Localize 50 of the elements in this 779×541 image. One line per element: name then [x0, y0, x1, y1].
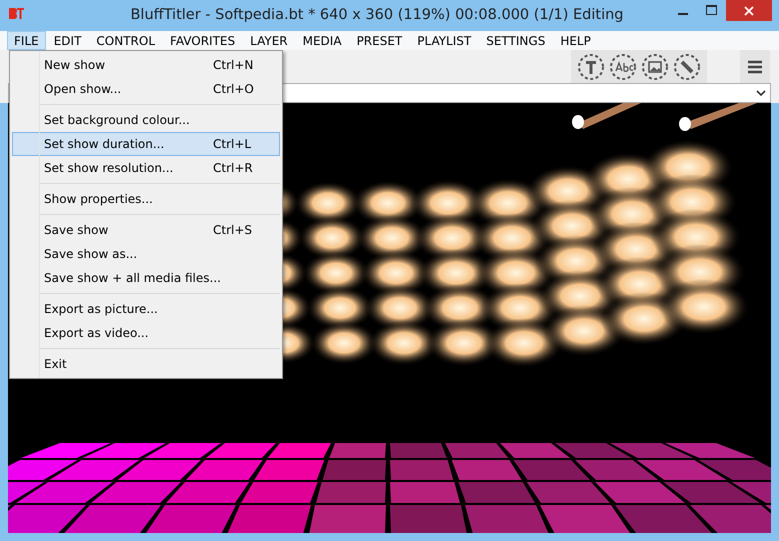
menu-icon[interactable] — [740, 50, 770, 83]
menu-item[interactable]: PRESET — [350, 31, 410, 50]
close-icon — [744, 6, 754, 16]
menu-entry[interactable]: Export as video... — [12, 321, 280, 345]
menu-item[interactable]: MEDIA — [296, 31, 349, 50]
shortcut-label: Ctrl+O — [213, 82, 255, 96]
close-button[interactable] — [726, 0, 772, 21]
menu-entry[interactable]: Export as picture... — [12, 297, 280, 321]
menu-entry-label: Save show — [44, 223, 110, 237]
text-style-icon[interactable] — [609, 52, 637, 80]
menu-entry[interactable]: Save show Ctrl+S — [12, 218, 280, 242]
menu-entry[interactable]: Set background colour... — [12, 108, 280, 132]
menu-item[interactable]: EDIT — [46, 31, 88, 50]
menu-entry-label: Open show... — [44, 82, 122, 96]
shortcut-label: Ctrl+S — [213, 223, 254, 237]
menu-item[interactable]: LAYER — [243, 31, 295, 50]
menu-entry-label: Set show resolution... — [44, 161, 174, 175]
menu-entry[interactable]: Save show as... — [12, 242, 280, 266]
menu-entry-label: New show — [44, 58, 106, 72]
menu-item[interactable]: HELP — [553, 31, 598, 50]
menu-entry-label: Save show + all media files... — [44, 271, 222, 285]
menu-item[interactable]: PLAYLIST — [410, 31, 478, 50]
menu-entry[interactable]: Set show duration... Ctrl+L — [12, 132, 280, 156]
window-title: BluffTitler - Softpedia.bt * 640 x 360 (119%) 00:08.000 (1/1) Editing — [129, 6, 625, 25]
menu-entry-label: Exit — [44, 357, 68, 371]
text-layer-icon[interactable] — [577, 52, 605, 80]
minimize-icon — [678, 13, 688, 15]
menu-entry-label: Export as video... — [44, 326, 150, 340]
menu-item[interactable]: SETTINGS — [479, 31, 552, 50]
picture-icon[interactable] — [641, 52, 669, 80]
menu-entry-label: Set background colour... — [44, 113, 191, 127]
chevron-down-icon — [756, 89, 766, 97]
menu-entry[interactable]: Set show resolution... Ctrl+R — [12, 156, 280, 180]
menu-entry[interactable]: Save show + all media files... — [12, 266, 280, 290]
menu-entry-label: Show properties... — [44, 192, 154, 206]
maximize-icon — [706, 5, 716, 15]
pencil-icon[interactable] — [673, 52, 701, 80]
menu-entry-label: Export as picture... — [44, 302, 159, 316]
app-logo-icon — [8, 6, 24, 20]
menu-entry[interactable]: Open show... Ctrl+O — [12, 77, 280, 101]
menu-entry-label: Set show duration... — [44, 137, 166, 151]
menu-item[interactable]: CONTROL — [89, 31, 162, 50]
menu-entry[interactable]: Show properties... — [12, 187, 280, 211]
menu-entry-label: Save show as... — [44, 247, 138, 261]
shortcut-label: Ctrl+R — [213, 161, 254, 175]
shortcut-label: Ctrl+N — [213, 58, 254, 72]
menu-entry[interactable]: Exit — [12, 352, 280, 376]
menu-item[interactable]: FILE — [7, 31, 46, 50]
shortcut-label: Ctrl+L — [213, 137, 252, 151]
menu-item[interactable]: FAVORITES — [163, 31, 242, 50]
